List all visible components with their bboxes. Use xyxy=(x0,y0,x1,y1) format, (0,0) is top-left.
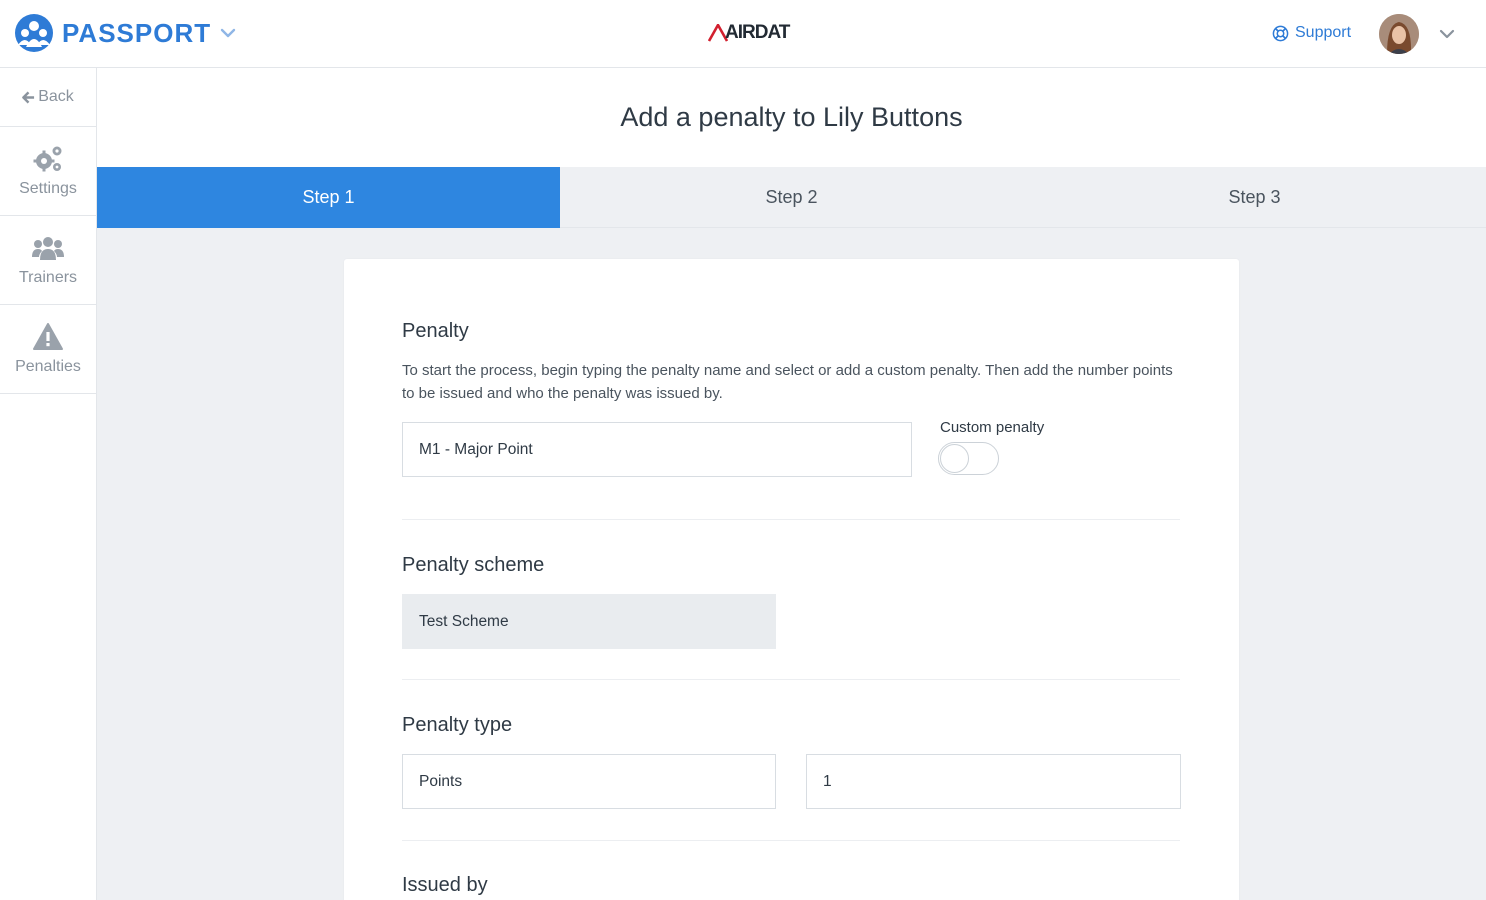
custom-penalty-label: Custom penalty xyxy=(940,419,1045,436)
type-section-title: Penalty type xyxy=(402,714,513,736)
warning-icon xyxy=(33,323,63,350)
top-bar: PASSPORT AIRDAT Support xyxy=(0,0,1486,68)
penalty-amount-input[interactable]: 1 xyxy=(806,754,1181,809)
airdat-logo: AIRDAT xyxy=(708,22,790,44)
divider xyxy=(402,840,1180,841)
user-avatar[interactable] xyxy=(1379,14,1419,54)
sidebar-item-label: Settings xyxy=(19,180,77,197)
title-area: Add a penalty to Lily Buttons xyxy=(97,68,1486,167)
penalty-name-input[interactable]: M1 - Major Point xyxy=(402,422,912,477)
penalty-amount-value: 1 xyxy=(823,772,832,790)
penalty-section-title: Penalty xyxy=(402,320,469,342)
sidebar-item-label: Trainers xyxy=(18,269,78,286)
support-link[interactable]: Support xyxy=(1272,24,1351,42)
brand-name: PASSPORT xyxy=(62,17,212,48)
arrow-left-icon xyxy=(22,91,35,103)
sidebar-item-settings[interactable]: Settings xyxy=(0,127,96,216)
step-tabs: Step 1 Step 2 Step 3 xyxy=(97,167,1486,228)
airdat-logo-text: AIRDAT xyxy=(725,22,790,43)
tab-step-2[interactable]: Step 2 xyxy=(560,167,1023,228)
tab-step-1[interactable]: Step 1 xyxy=(97,167,560,228)
sidebar-item-trainers[interactable]: Trainers xyxy=(0,216,96,305)
support-label: Support xyxy=(1295,24,1352,41)
scheme-section-title: Penalty scheme xyxy=(402,554,545,576)
tab-step-3[interactable]: Step 3 xyxy=(1023,167,1486,228)
penalty-form-card: Penalty To start the process, begin typi… xyxy=(344,259,1239,900)
sidebar-item-penalties[interactable]: Penalties xyxy=(0,305,96,394)
penalty-scheme-value: Test Scheme xyxy=(419,612,509,630)
avatar-image xyxy=(1379,14,1419,54)
toggle-knob xyxy=(940,444,969,473)
penalty-description: To start the process, begin typing the p… xyxy=(402,362,1173,402)
penalty-scheme-field: Test Scheme xyxy=(402,594,776,649)
back-button[interactable]: Back xyxy=(0,68,96,127)
user-menu-chevron-icon[interactable] xyxy=(1438,25,1456,43)
chevron-down-icon xyxy=(220,28,236,38)
sidebar: Back Settings Trainers Penalties xyxy=(0,68,97,900)
issued-by-section-title: Issued by xyxy=(402,874,488,896)
brand-switcher[interactable]: PASSPORT xyxy=(14,13,237,53)
back-label: Back xyxy=(38,88,74,105)
divider xyxy=(402,519,1180,520)
penalty-type-value: Points xyxy=(419,772,463,790)
divider xyxy=(402,679,1180,680)
custom-penalty-toggle[interactable] xyxy=(938,442,999,475)
penalty-type-select[interactable]: Points xyxy=(402,754,776,809)
page-title: Add a penalty to Lily Buttons xyxy=(620,102,963,132)
passport-logo-icon xyxy=(15,14,53,52)
users-icon xyxy=(32,237,64,260)
gears-icon xyxy=(33,146,62,172)
lifebuoy-icon xyxy=(1272,25,1289,41)
penalty-name-value: M1 - Major Point xyxy=(419,440,533,458)
sidebar-item-label: Penalties xyxy=(15,358,81,375)
